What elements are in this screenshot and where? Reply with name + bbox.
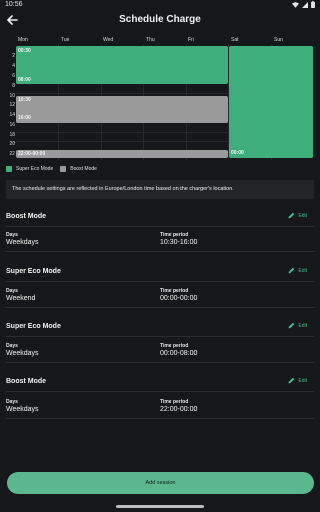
edit-label: Edit bbox=[298, 322, 307, 329]
days-label: Days bbox=[6, 288, 18, 294]
day-header-sun: Sun bbox=[274, 37, 283, 43]
home-indicator[interactable] bbox=[116, 505, 204, 508]
hour-label: 14 bbox=[9, 112, 15, 118]
session-card: Super Eco Mode Edit Days Weekend Time pe… bbox=[0, 268, 320, 320]
time-period-value: 10:30-16:00 bbox=[160, 239, 198, 246]
days-label: Days bbox=[6, 232, 18, 238]
add-session-button[interactable]: Add session bbox=[7, 472, 314, 494]
edit-session-button[interactable]: Edit bbox=[288, 322, 307, 329]
hour-label: 12 bbox=[9, 102, 15, 108]
hour-label: 18 bbox=[9, 132, 15, 138]
pencil-icon bbox=[289, 212, 295, 219]
hour-label: 8 bbox=[12, 83, 15, 89]
days-value: Weekdays bbox=[6, 239, 39, 246]
legend-swatch-boost bbox=[60, 166, 67, 172]
day-header-fri: Fri bbox=[188, 37, 194, 43]
legend-swatch-super-eco bbox=[6, 166, 12, 172]
signal-icon bbox=[302, 1, 308, 8]
edit-session-button[interactable]: Edit bbox=[288, 377, 307, 384]
session-mode-title: Super Eco Mode bbox=[6, 323, 61, 330]
divider bbox=[6, 251, 314, 252]
days-value: Weekdays bbox=[6, 406, 39, 413]
hour-label: 4 bbox=[12, 63, 15, 69]
session-card: Boost Mode Edit Days Weekdays Time perio… bbox=[0, 213, 320, 265]
hour-label: 6 bbox=[12, 73, 15, 79]
status-time: 10:56 bbox=[5, 1, 23, 8]
block-end-label: 08:00 bbox=[18, 77, 31, 83]
time-period-value: 22:00-00:00 bbox=[160, 406, 198, 413]
days-label: Days bbox=[6, 399, 18, 405]
divider bbox=[6, 281, 314, 282]
status-icons bbox=[292, 1, 315, 8]
time-period-label: Time period bbox=[160, 232, 189, 238]
edit-label: Edit bbox=[298, 212, 307, 219]
schedule-block-super-eco-weekdays[interactable]: 00:30 08:00 bbox=[16, 46, 228, 84]
session-mode-title: Boost Mode bbox=[6, 213, 47, 220]
divider bbox=[6, 391, 314, 392]
legend-label-boost: Boost Mode bbox=[70, 166, 97, 172]
day-header-wed: Wed bbox=[103, 37, 114, 43]
divider bbox=[6, 418, 314, 419]
day-header-thu: Thu bbox=[146, 37, 155, 43]
time-period-label: Time period bbox=[160, 343, 189, 349]
page-title: Schedule Charge bbox=[119, 14, 201, 25]
timezone-info-banner: The schedule settings are reflected in E… bbox=[6, 180, 314, 199]
divider bbox=[6, 336, 314, 337]
schedule-block-boost-evening[interactable]: 22:00-00:00 bbox=[16, 150, 228, 158]
days-value: Weekdays bbox=[6, 350, 39, 357]
session-mode-title: Boost Mode bbox=[6, 378, 47, 385]
session-card: Super Eco Mode Edit Days Weekdays Time p… bbox=[0, 323, 320, 375]
block-end-label: 16:00 bbox=[18, 115, 31, 121]
block-start-label: 00:30 bbox=[18, 48, 31, 54]
app-bar: Schedule Charge bbox=[0, 10, 320, 32]
calendar-grid: 00:30 08:00 10:30 16:00 22:00-00:00 00:0… bbox=[16, 44, 313, 160]
hour-label: 22 bbox=[9, 151, 15, 157]
legend: Super Eco Mode Boost Mode bbox=[6, 166, 97, 172]
day-header-mon: Mon bbox=[18, 37, 28, 43]
time-period-value: 00:00-00:00 bbox=[160, 295, 198, 302]
edit-label: Edit bbox=[298, 267, 307, 274]
days-label: Days bbox=[6, 343, 18, 349]
edit-label: Edit bbox=[298, 377, 307, 384]
pencil-icon bbox=[289, 322, 295, 329]
status-bar: 10:56 bbox=[0, 0, 320, 10]
hour-label: 20 bbox=[9, 141, 15, 147]
days-value: Weekend bbox=[6, 295, 36, 302]
time-period-value: 00:00-08:00 bbox=[160, 350, 198, 357]
day-header-sat: Sat bbox=[231, 37, 239, 43]
legend-label-super-eco: Super Eco Mode bbox=[16, 166, 54, 172]
block-start-label: 10:30 bbox=[18, 97, 31, 103]
day-header-tue: Tue bbox=[61, 37, 70, 43]
hour-label: 10 bbox=[9, 93, 15, 99]
divider bbox=[6, 226, 314, 227]
divider bbox=[6, 307, 314, 308]
session-card: Boost Mode Edit Days Weekdays Time perio… bbox=[0, 378, 320, 430]
edit-session-button[interactable]: Edit bbox=[288, 267, 307, 274]
session-mode-title: Super Eco Mode bbox=[6, 268, 61, 275]
battery-icon bbox=[311, 1, 315, 8]
block-end-label: 00:00 bbox=[231, 150, 244, 156]
block-start-label: 22:00-00:00 bbox=[18, 151, 46, 157]
schedule-calendar: Mon Tue Wed Thu Fri Sat Sun 2 4 6 8 10 1… bbox=[6, 37, 314, 160]
schedule-block-boost-weekdays[interactable]: 10:30 16:00 bbox=[16, 96, 228, 123]
hour-label: 16 bbox=[9, 122, 15, 128]
divider bbox=[6, 362, 314, 363]
pencil-icon bbox=[289, 377, 295, 384]
time-period-label: Time period bbox=[160, 288, 189, 294]
wifi-icon bbox=[292, 1, 299, 8]
pencil-icon bbox=[289, 267, 295, 274]
hour-label: 2 bbox=[12, 53, 15, 59]
time-period-label: Time period bbox=[160, 399, 189, 405]
schedule-block-super-eco-weekend[interactable]: 00:00 bbox=[229, 46, 313, 158]
edit-session-button[interactable]: Edit bbox=[288, 212, 307, 219]
